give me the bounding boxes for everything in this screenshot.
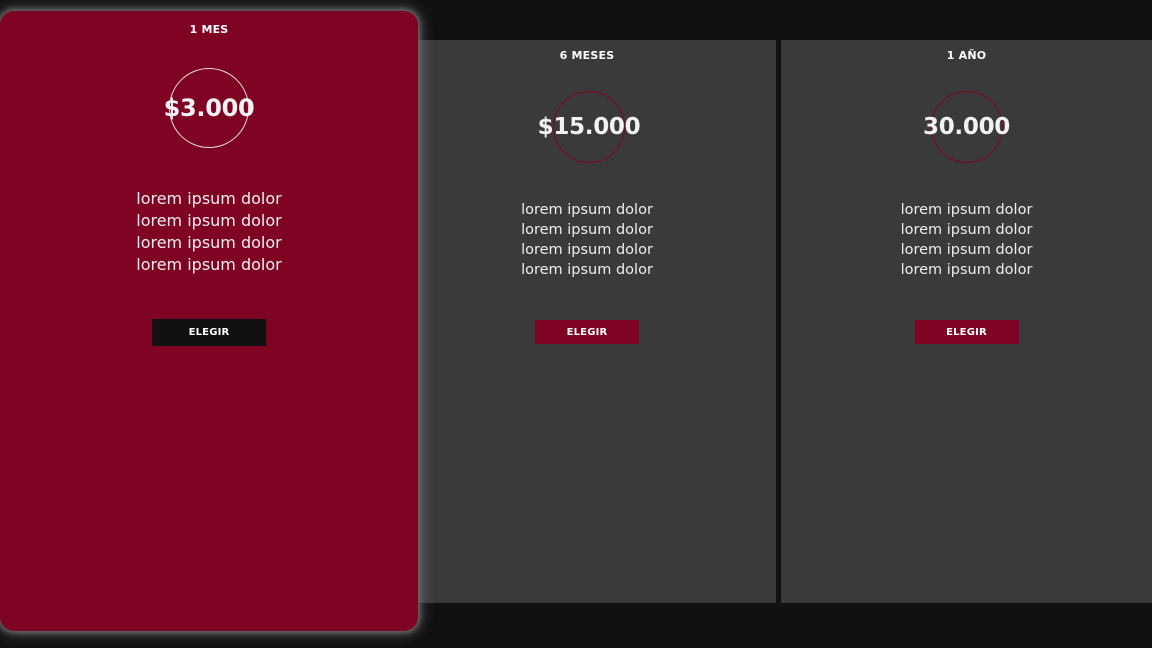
feature-list: lorem ipsum dolor lorem ipsum dolor lore…	[781, 200, 1152, 280]
price-circle: $15.000	[538, 91, 641, 163]
pricing-page: 6 MESES $15.000 lorem ipsum dolor lorem …	[0, 0, 1152, 648]
feature-item: lorem ipsum dolor	[136, 255, 282, 274]
feature-list: lorem ipsum dolor lorem ipsum dolor lore…	[398, 200, 776, 280]
price-circle: 30.000	[923, 91, 1010, 163]
feature-item: lorem ipsum dolor	[521, 222, 653, 238]
feature-list: lorem ipsum dolor lorem ipsum dolor lore…	[0, 188, 418, 276]
feature-item: lorem ipsum dolor	[521, 242, 653, 258]
plan-card-1-ano: 1 AÑO 30.000 lorem ipsum dolor lorem ips…	[781, 40, 1152, 603]
feature-item: lorem ipsum dolor	[900, 202, 1033, 218]
choose-plan-button[interactable]: ELEGIR	[535, 320, 639, 344]
feature-item: lorem ipsum dolor	[900, 242, 1033, 258]
plan-price: 30.000	[923, 114, 1010, 140]
feature-item: lorem ipsum dolor	[521, 202, 653, 218]
plan-price: $3.000	[163, 94, 255, 122]
price-circle: $3.000	[164, 68, 255, 148]
plan-card-1-mes: 1 MES $3.000 lorem ipsum dolor lorem ips…	[0, 11, 418, 631]
feature-item: lorem ipsum dolor	[136, 211, 282, 230]
plan-price: $15.000	[537, 114, 641, 140]
feature-item: lorem ipsum dolor	[521, 262, 653, 278]
plan-card-6-meses: 6 MESES $15.000 lorem ipsum dolor lorem …	[398, 40, 776, 603]
plan-title: 6 MESES	[559, 49, 615, 62]
plan-title: 1 MES	[189, 23, 229, 36]
choose-plan-button[interactable]: ELEGIR	[914, 320, 1019, 344]
choose-plan-button[interactable]: ELEGIR	[152, 319, 266, 346]
feature-item: lorem ipsum dolor	[136, 189, 282, 208]
feature-item: lorem ipsum dolor	[900, 262, 1033, 278]
plan-title: 1 AÑO	[946, 49, 987, 62]
feature-item: lorem ipsum dolor	[136, 233, 282, 252]
feature-item: lorem ipsum dolor	[900, 222, 1033, 238]
